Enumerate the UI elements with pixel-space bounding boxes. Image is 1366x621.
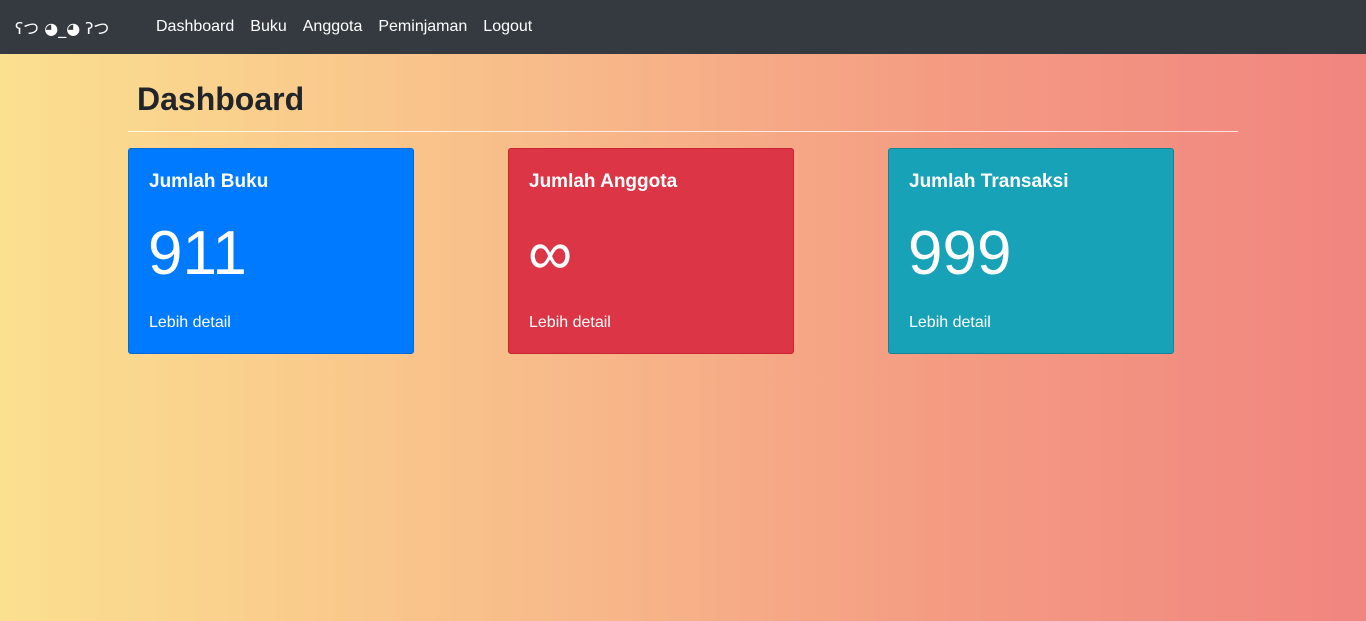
card-value: 911 bbox=[148, 219, 247, 288]
card-jumlah-transaksi: Jumlah Transaksi 999 Lebih detail bbox=[888, 148, 1174, 354]
top-navbar: ʕつ ◕_◕ ʔつ Dashboard Buku Anggota Peminja… bbox=[0, 0, 1366, 54]
nav-item-anggota[interactable]: Anggota bbox=[295, 0, 371, 54]
card-value: ∞ bbox=[528, 219, 573, 288]
card-title: Jumlah Transaksi bbox=[909, 171, 1069, 192]
brand-logo[interactable]: ʕつ ◕_◕ ʔつ bbox=[15, 15, 141, 39]
card-jumlah-anggota: Jumlah Anggota ∞ Lebih detail bbox=[508, 148, 794, 354]
nav-item-buku[interactable]: Buku bbox=[242, 0, 294, 54]
main-content: Dashboard Jumlah Buku 911 Lebih detail J… bbox=[128, 54, 1238, 356]
card-title: Jumlah Buku bbox=[149, 171, 269, 192]
nav-menu: Dashboard Buku Anggota Peminjaman Logout bbox=[148, 0, 540, 54]
page-title: Dashboard bbox=[137, 81, 305, 117]
detail-link[interactable]: Lebih detail bbox=[529, 314, 611, 332]
stats-cards: Jumlah Buku 911 Lebih detail Jumlah Angg… bbox=[128, 148, 1238, 356]
title-divider bbox=[128, 131, 1238, 132]
card-title: Jumlah Anggota bbox=[529, 171, 678, 192]
card-value: 999 bbox=[908, 219, 1012, 288]
nav-item-peminjaman[interactable]: Peminjaman bbox=[370, 0, 475, 54]
nav-item-logout[interactable]: Logout bbox=[475, 0, 540, 54]
detail-link[interactable]: Lebih detail bbox=[149, 314, 231, 332]
nav-item-dashboard[interactable]: Dashboard bbox=[148, 0, 242, 54]
card-jumlah-buku: Jumlah Buku 911 Lebih detail bbox=[128, 148, 414, 354]
detail-link[interactable]: Lebih detail bbox=[909, 314, 991, 332]
